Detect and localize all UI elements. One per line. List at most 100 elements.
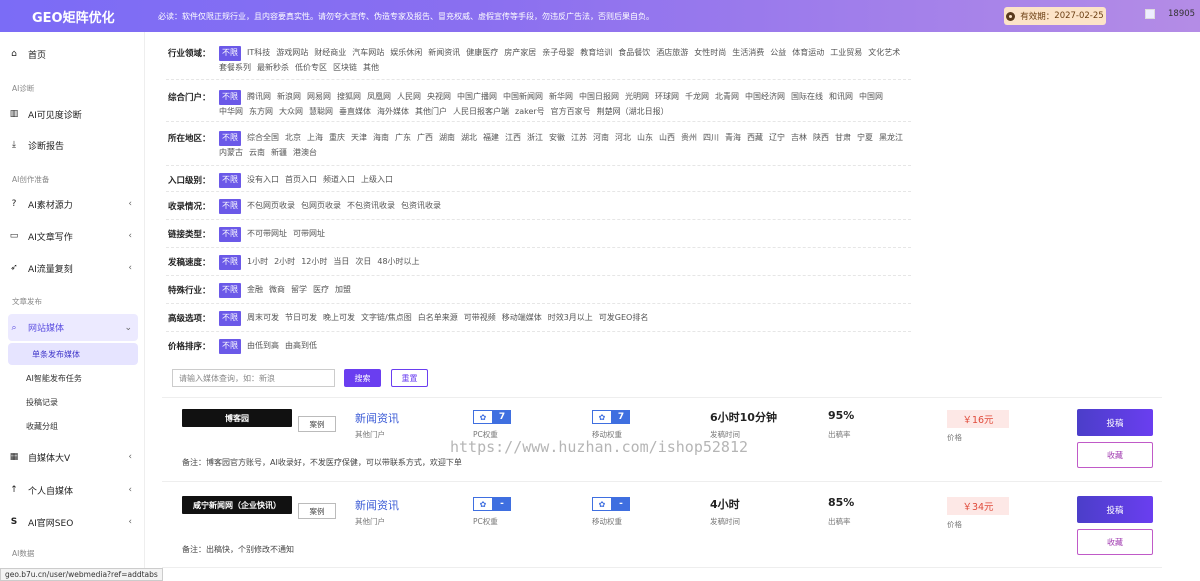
filter-option[interactable]: 海南 (373, 131, 389, 146)
filter-option[interactable]: 白名单来源 (418, 311, 458, 326)
filter-option[interactable]: 加盟 (335, 283, 351, 298)
filter-option[interactable]: 云南 (249, 146, 265, 161)
filter-option[interactable]: 山西 (659, 131, 675, 146)
filter-option[interactable]: 微商 (269, 283, 285, 298)
avatar[interactable] (1145, 9, 1155, 19)
filter-option[interactable]: 汽车网站 (352, 46, 384, 61)
sidebar-item-ai-article[interactable]: ▭ AI文章写作 ‹ (8, 224, 138, 248)
filter-option[interactable]: 海外媒体 (377, 105, 409, 120)
filter-option[interactable]: 官方百家号 (551, 105, 591, 120)
filter-option[interactable]: 包资讯收录 (401, 199, 441, 214)
filter-option[interactable]: 工业贸易 (830, 46, 862, 61)
filter-option[interactable]: 东方网 (249, 105, 273, 120)
filter-option[interactable]: 湖南 (439, 131, 455, 146)
filter-option[interactable]: 青海 (725, 131, 741, 146)
filter-option[interactable]: 中国经济网 (745, 90, 785, 105)
filter-option[interactable]: zaker号 (515, 105, 545, 120)
filter-option[interactable]: 网易网 (307, 90, 331, 105)
filter-option[interactable]: 包网页收录 (301, 199, 341, 214)
sidebar-item-diag-report[interactable]: ⤓ 诊断报告 (8, 133, 138, 157)
filter-option[interactable]: 金融 (247, 283, 263, 298)
filter-option[interactable]: 垂直媒体 (339, 105, 371, 120)
filter-option[interactable]: 黑龙江 (879, 131, 903, 146)
filter-option[interactable]: 吉林 (791, 131, 807, 146)
filter-option[interactable]: 西藏 (747, 131, 763, 146)
sidebar-subitem-single-publish[interactable]: 单条发布媒体 (8, 343, 138, 365)
filter-option[interactable]: 腾讯网 (247, 90, 271, 105)
filter-option[interactable]: 新华网 (549, 90, 573, 105)
filter-option[interactable]: 生活消费 (732, 46, 764, 61)
filter-option[interactable]: 教育培训 (580, 46, 612, 61)
filter-option[interactable]: 周末可发 (247, 311, 279, 326)
filter-option[interactable]: 上级入口 (361, 173, 393, 188)
filter-option[interactable]: 食品餐饮 (618, 46, 650, 61)
filter-option[interactable]: IT科技 (247, 46, 270, 61)
filter-option[interactable]: 财经商业 (314, 46, 346, 61)
reset-button[interactable]: 重置 (391, 369, 428, 387)
filter-option[interactable]: 内蒙古 (219, 146, 243, 161)
filter-option[interactable]: 节日可发 (285, 311, 317, 326)
brand-logo[interactable]: GEO矩阵优化 (0, 7, 145, 26)
sidebar-item-ai-source[interactable]: ? AI素材源力 ‹ (8, 192, 138, 216)
filter-option[interactable]: 48小时以上 (377, 255, 419, 270)
filter-option[interactable]: 其他 (363, 61, 379, 76)
filter-option[interactable]: 北京 (285, 131, 301, 146)
filter-option[interactable]: 广西 (417, 131, 433, 146)
filter-option[interactable]: 亲子母婴 (542, 46, 574, 61)
filter-option[interactable]: 晚上可发 (323, 311, 355, 326)
filter-option[interactable]: 福建 (483, 131, 499, 146)
filter-option[interactable]: 套餐系列 (219, 61, 251, 76)
filter-option[interactable]: 港澳台 (293, 146, 317, 161)
filter-option[interactable]: 甘肃 (835, 131, 851, 146)
filter-option[interactable]: 光明网 (625, 90, 649, 105)
filter-option[interactable]: 文字链/焦点图 (361, 311, 412, 326)
filter-option[interactable]: 可带视频 (464, 311, 496, 326)
filter-option[interactable]: 荆楚网（湖北日报） (597, 105, 669, 120)
filter-option[interactable]: 可发GEO排名 (599, 311, 649, 326)
filter-option[interactable]: 没有入口 (247, 173, 279, 188)
filter-option[interactable]: 酒店旅游 (656, 46, 688, 61)
media-name[interactable]: 博客园 (182, 409, 292, 427)
filter-option[interactable]: 首页入口 (285, 173, 317, 188)
sidebar-subitem-fav-group[interactable]: 收藏分组 (26, 421, 58, 432)
filter-option[interactable]: 辽宁 (769, 131, 785, 146)
post-button[interactable]: 投稿 (1077, 409, 1153, 436)
filter-option[interactable]: 不限 (219, 90, 241, 105)
favorite-button[interactable]: 收藏 (1077, 442, 1153, 468)
filter-option[interactable]: 不可带网址 (247, 227, 287, 242)
filter-option[interactable]: 江苏 (571, 131, 587, 146)
filter-option[interactable]: 凤凰网 (367, 90, 391, 105)
filter-option[interactable]: 其他门户 (415, 105, 447, 120)
filter-option[interactable]: 搜狐网 (337, 90, 361, 105)
filter-option[interactable]: 体育运动 (792, 46, 824, 61)
filter-option[interactable]: 频道入口 (323, 173, 355, 188)
filter-option[interactable]: 不限 (219, 311, 241, 326)
filter-option[interactable]: 国际在线 (791, 90, 823, 105)
sidebar-item-ai-official-seo[interactable]: S AI官网SEO ‹ (8, 510, 138, 534)
filter-option[interactable]: 移动端媒体 (502, 311, 542, 326)
filter-option[interactable]: 不包网页收录 (247, 199, 295, 214)
filter-option[interactable]: 安徽 (549, 131, 565, 146)
filter-option[interactable]: 新浪网 (277, 90, 301, 105)
filter-option[interactable]: 低价专区 (295, 61, 327, 76)
filter-option[interactable]: 天津 (351, 131, 367, 146)
filter-option[interactable]: 娱乐休闲 (390, 46, 422, 61)
filter-option[interactable]: 新疆 (271, 146, 287, 161)
filter-option[interactable]: 可带网址 (293, 227, 325, 242)
sidebar-subitem-post-record[interactable]: 投稿记录 (26, 397, 58, 408)
filter-option[interactable]: 和讯网 (829, 90, 853, 105)
filter-option[interactable]: 河北 (615, 131, 631, 146)
user-menu[interactable]: 18905 (1145, 9, 1195, 19)
filter-option[interactable]: 由高到低 (285, 339, 317, 354)
filter-option[interactable]: 1小时 (247, 255, 268, 270)
filter-option[interactable]: 陕西 (813, 131, 829, 146)
filter-option[interactable]: 湖北 (461, 131, 477, 146)
filter-option[interactable]: 次日 (355, 255, 371, 270)
filter-option[interactable]: 12小时 (301, 255, 327, 270)
sidebar-item-personal-media[interactable]: ↑ 个人自媒体 ‹ (8, 478, 138, 502)
filter-option[interactable]: 区块链 (333, 61, 357, 76)
filter-option[interactable]: 河南 (593, 131, 609, 146)
filter-option[interactable]: 新闻资讯 (428, 46, 460, 61)
search-input[interactable]: 请输入媒体查询，如：新浪 (172, 369, 335, 387)
filter-option[interactable]: 不限 (219, 46, 241, 61)
